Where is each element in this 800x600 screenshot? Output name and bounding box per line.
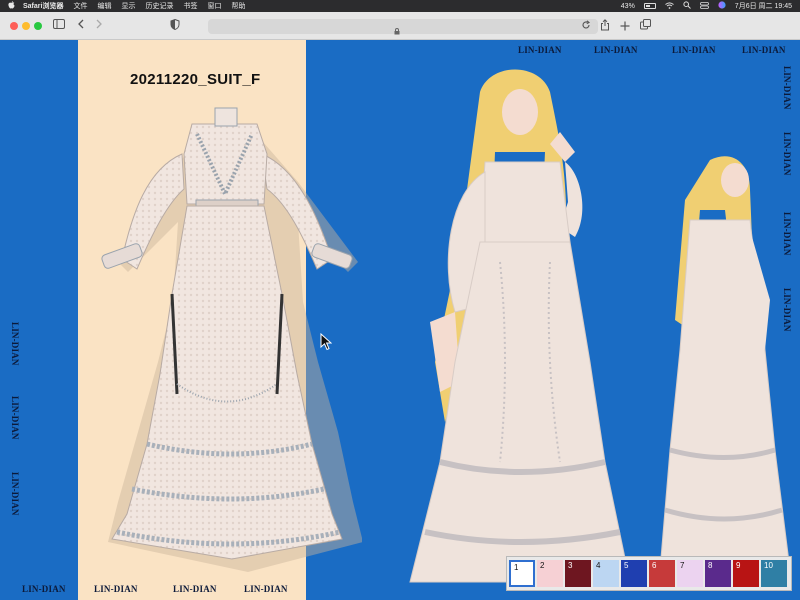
watermark-top-2: LIN-DIAN (594, 45, 638, 55)
watermark-top-1: LIN-DIAN (518, 45, 562, 55)
watermark-bottom-1: LIN-DIAN (22, 584, 66, 594)
swatch-9[interactable]: 9 (733, 560, 759, 587)
watermark-left-3: LIN-DIAN (10, 472, 20, 516)
menu-history[interactable]: 历史记录 (145, 1, 173, 11)
watermark-bottom-4: LIN-DIAN (244, 584, 288, 594)
menu-file[interactable]: 文件 (73, 1, 87, 11)
swatch-8[interactable]: 8 (705, 560, 731, 587)
wifi-icon[interactable] (664, 1, 674, 11)
model-front-image (409, 69, 631, 583)
tabs-icon[interactable] (638, 19, 652, 33)
swatch-5[interactable]: 5 (621, 560, 647, 587)
menu-window[interactable]: 窗口 (207, 1, 221, 11)
browser-toolbar (0, 12, 800, 40)
swatch-6[interactable]: 6 (649, 560, 675, 587)
menu-bookmarks[interactable]: 书签 (183, 1, 197, 11)
zoom-window-button[interactable] (34, 22, 42, 30)
forward-icon[interactable] (92, 19, 106, 33)
battery-percent: 43% (620, 2, 635, 10)
lock-icon (394, 22, 400, 35)
shield-icon[interactable] (168, 18, 182, 33)
menu-app-name[interactable]: Safari浏览器 (23, 1, 63, 11)
watermark-right-1: LIN-DIAN (782, 66, 792, 110)
menu-bar: Safari浏览器 文件 编辑 显示 历史记录 书签 窗口 帮助 43% 7月6… (0, 0, 800, 12)
watermark-top-4: LIN-DIAN (742, 45, 786, 55)
swatch-1[interactable]: 1 (509, 560, 535, 587)
share-icon[interactable] (598, 19, 612, 33)
menu-view[interactable]: 显示 (121, 1, 135, 11)
watermark-bottom-2: LIN-DIAN (94, 584, 138, 594)
new-tab-icon[interactable] (618, 19, 632, 33)
swatch-4[interactable]: 4 (593, 560, 619, 587)
page-content: 20211220_SUIT_F LIN-DIAN LIN-DIAN LIN-DI… (0, 40, 800, 600)
suit-title: 20211220_SUIT_F (130, 71, 261, 88)
reload-icon[interactable] (579, 20, 593, 34)
search-icon[interactable] (683, 1, 691, 11)
watermark-right-2: LIN-DIAN (782, 132, 792, 176)
minimize-window-button[interactable] (22, 22, 30, 30)
menu-help[interactable]: 帮助 (231, 1, 245, 11)
back-icon[interactable] (74, 19, 88, 33)
control-center-icon[interactable] (699, 1, 709, 11)
watermark-left-2: LIN-DIAN (10, 396, 20, 440)
apple-icon[interactable] (7, 1, 15, 11)
menu-edit[interactable]: 编辑 (97, 1, 111, 11)
sidebar-icon[interactable] (52, 19, 66, 33)
datetime[interactable]: 7月6日 周二 19:45 (735, 1, 792, 11)
address-bar[interactable] (208, 19, 598, 35)
swatch-10[interactable]: 10 (761, 560, 787, 587)
battery-icon[interactable] (643, 3, 656, 9)
swatch-3[interactable]: 3 (565, 560, 591, 587)
mouse-cursor-icon (320, 333, 332, 351)
watermark-bottom-3: LIN-DIAN (173, 584, 217, 594)
watermark-right-4: LIN-DIAN (782, 288, 792, 332)
watermark-left-1: LIN-DIAN (10, 322, 20, 366)
watermark-top-3: LIN-DIAN (672, 45, 716, 55)
model-back-image (659, 156, 790, 571)
swatch-7[interactable]: 7 (677, 560, 703, 587)
close-window-button[interactable] (10, 22, 18, 30)
swatch-2[interactable]: 2 (537, 560, 563, 587)
siri-icon[interactable] (718, 1, 726, 11)
color-swatches: 1 2 3 4 5 6 7 8 9 10 (506, 556, 792, 591)
watermark-right-3: LIN-DIAN (782, 212, 792, 256)
